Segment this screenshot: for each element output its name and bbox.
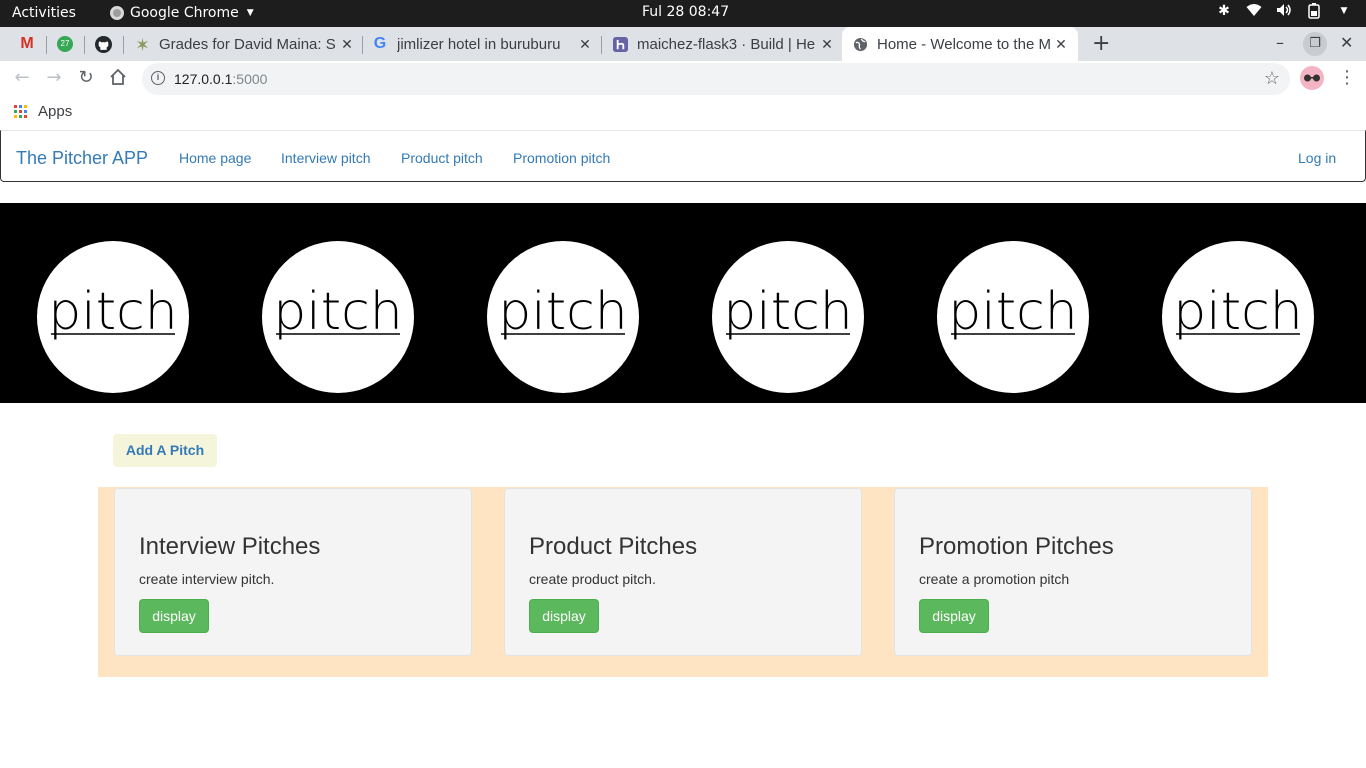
url-port: :5000 xyxy=(232,71,268,87)
tab-heroku[interactable]: maichez-flask3 · Build | He ✕ xyxy=(612,27,836,61)
system-tray[interactable]: ✱ ▼ xyxy=(1216,3,1352,19)
card-title: Product Pitches xyxy=(529,533,698,560)
home-icon[interactable] xyxy=(107,67,129,91)
address-bar[interactable]: i 127.0.0.1:5000 ☆ xyxy=(142,63,1290,95)
minimize-icon[interactable]: – xyxy=(1276,33,1284,52)
restore-icon[interactable]: ❐ xyxy=(1303,32,1327,56)
card-description: create interview pitch. xyxy=(139,571,275,587)
pinned-tab-gmail[interactable]: M xyxy=(8,27,46,61)
google-icon: G xyxy=(373,35,387,52)
tab-title: maichez-flask3 · Build | He xyxy=(637,35,816,53)
display-product-button[interactable]: display xyxy=(529,599,599,633)
nav-link-product[interactable]: Product pitch xyxy=(401,150,483,166)
close-icon[interactable]: ✕ xyxy=(1052,36,1070,53)
pinned-tab-notifications[interactable]: 27 xyxy=(46,27,84,61)
navbar-brand[interactable]: The Pitcher APP xyxy=(16,148,148,169)
tab-title: Home - Welcome to the M xyxy=(877,35,1051,53)
chrome-icon xyxy=(110,6,124,20)
clock[interactable]: Ful 28 08:47 xyxy=(642,4,729,20)
page-content: The Pitcher APP Home page Interview pitc… xyxy=(0,130,1366,768)
volume-icon[interactable] xyxy=(1276,3,1292,19)
tab-google-search[interactable]: G jimlizer hotel in buruburu ✕ xyxy=(372,27,594,61)
pitch-logo: pitch xyxy=(487,241,639,393)
svg-text:pitch: pitch xyxy=(1173,282,1302,342)
pitch-logo: pitch xyxy=(937,241,1089,393)
pitch-logo: pitch xyxy=(712,241,864,393)
tab-separator xyxy=(601,36,602,54)
tab-home-active[interactable]: Home - Welcome to the M ✕ xyxy=(842,27,1078,61)
pitch-logo: pitch xyxy=(37,241,189,393)
heroku-icon xyxy=(612,36,628,52)
add-pitch-button[interactable]: Add A Pitch xyxy=(113,434,217,467)
close-icon[interactable]: ✕ xyxy=(338,36,356,53)
tab-separator xyxy=(123,36,124,54)
hero-banner: pitch pitch pitch pitch pitch pitch xyxy=(0,203,1366,403)
nav-link-home[interactable]: Home page xyxy=(179,150,251,166)
display-promotion-button[interactable]: display xyxy=(919,599,989,633)
tab-title: Grades for David Maina: S xyxy=(159,35,336,53)
chevron-down-icon[interactable]: ▼ xyxy=(1336,3,1352,19)
close-icon[interactable]: ✕ xyxy=(576,36,594,53)
card-description: create product pitch. xyxy=(529,571,656,587)
close-window-icon[interactable]: ✕ xyxy=(1340,33,1353,52)
close-icon[interactable]: ✕ xyxy=(818,36,836,53)
globe-icon xyxy=(852,36,868,52)
system-top-bar: Activities Google Chrome ▼ Ful 28 08:47 … xyxy=(0,0,1366,27)
slack-icon[interactable]: ✱ xyxy=(1216,3,1232,19)
canvas-icon xyxy=(134,36,150,52)
more-menu-icon[interactable]: ⋮ xyxy=(1338,67,1356,88)
gmail-icon: M xyxy=(20,35,34,52)
github-icon xyxy=(94,35,112,53)
profile-avatar[interactable] xyxy=(1300,66,1324,90)
pitch-logo: pitch xyxy=(262,241,414,393)
bookmark-star-icon[interactable]: ☆ xyxy=(1264,68,1280,89)
tab-grades[interactable]: Grades for David Maina: S ✕ xyxy=(134,27,356,61)
card-product: Product Pitches create product pitch. di… xyxy=(504,488,862,656)
battery-icon[interactable] xyxy=(1306,3,1322,19)
card-promotion: Promotion Pitches create a promotion pit… xyxy=(894,488,1252,656)
svg-text:pitch: pitch xyxy=(498,282,627,342)
apps-bookmark[interactable]: Apps xyxy=(38,103,72,120)
tab-title: jimlizer hotel in buruburu xyxy=(397,35,561,53)
app-navbar: The Pitcher APP Home page Interview pitc… xyxy=(0,130,1366,182)
info-icon[interactable]: i xyxy=(151,71,165,85)
app-menu-label: Google Chrome xyxy=(130,5,239,21)
pitch-logo: pitch xyxy=(1162,241,1314,393)
glasses-icon xyxy=(1304,74,1320,82)
tab-separator xyxy=(362,36,363,54)
card-interview: Interview Pitches create interview pitch… xyxy=(114,488,472,656)
chevron-down-icon: ▼ xyxy=(246,8,254,18)
bookmarks-bar: Apps xyxy=(0,97,1366,127)
reload-icon[interactable]: ↻ xyxy=(75,67,97,88)
activities-button[interactable]: Activities xyxy=(12,5,76,21)
new-tab-button[interactable]: + xyxy=(1092,31,1110,56)
back-arrow-icon[interactable]: ← xyxy=(11,67,33,88)
login-link[interactable]: Log in xyxy=(1298,150,1336,166)
card-title: Promotion Pitches xyxy=(919,533,1114,560)
app-menu[interactable]: Google Chrome ▼ xyxy=(110,5,254,21)
svg-text:pitch: pitch xyxy=(723,282,852,342)
card-title: Interview Pitches xyxy=(139,533,321,560)
svg-text:pitch: pitch xyxy=(48,282,177,342)
nav-link-promotion[interactable]: Promotion pitch xyxy=(513,150,610,166)
display-interview-button[interactable]: display xyxy=(139,599,209,633)
url-host: 127.0.0.1 xyxy=(174,71,233,87)
tab-strip: M 27 Grades for David Maina: S ✕ G jimli… xyxy=(0,27,1366,61)
pinned-tab-github[interactable] xyxy=(84,27,122,61)
card-description: create a promotion pitch xyxy=(919,571,1070,587)
wifi-icon[interactable] xyxy=(1246,3,1262,19)
forward-arrow-icon[interactable]: → xyxy=(43,67,65,88)
notification-icon: 27 xyxy=(57,36,73,52)
nav-link-interview[interactable]: Interview pitch xyxy=(281,150,370,166)
browser-toolbar: ← → ↻ i 127.0.0.1:5000 ☆ ⋮ xyxy=(0,61,1366,97)
svg-text:pitch: pitch xyxy=(273,282,402,342)
svg-text:pitch: pitch xyxy=(948,282,1077,342)
pitch-cards-section: Interview Pitches create interview pitch… xyxy=(98,487,1268,677)
apps-grid-icon[interactable] xyxy=(14,105,27,118)
url-text: 127.0.0.1:5000 xyxy=(174,71,267,87)
